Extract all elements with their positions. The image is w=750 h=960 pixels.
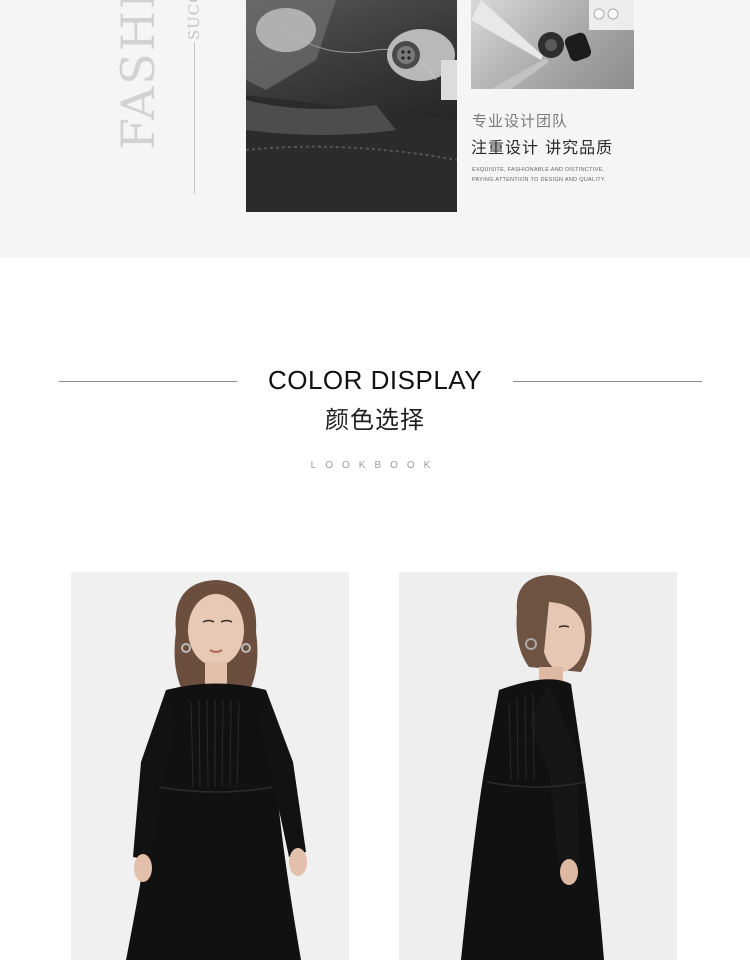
vertical-small-text-box: SUCCESS	[184, 0, 204, 40]
designer-team-banner: FASHION SUCCESS	[0, 0, 750, 258]
model-side-illustration	[461, 575, 604, 960]
vertical-small-text: SUCCESS	[184, 0, 204, 40]
scissors-buttons-photo	[471, 0, 634, 89]
scissors-buttons-illustration	[471, 0, 634, 89]
sewing-hands-illustration	[246, 0, 457, 212]
sewing-hands-photo	[246, 0, 457, 212]
lookbook-tagline: LOOKBOOK	[310, 460, 440, 471]
color-display-title: COLOR DISPLAY	[267, 365, 483, 395]
heading-divider-right	[513, 381, 702, 382]
vertical-divider	[194, 42, 195, 194]
team-slogan: 注重设计 讲究品质	[471, 138, 614, 157]
product-photo-side[interactable]	[399, 572, 677, 960]
vertical-fashion-text-box: FASHION	[112, 0, 164, 150]
heading-divider-left	[59, 381, 237, 382]
color-display-subtitle: 颜色选择	[325, 406, 425, 434]
vertical-fashion-text: FASHION	[112, 0, 164, 150]
model-front-illustration	[126, 580, 307, 960]
product-photo-front[interactable]	[71, 572, 349, 960]
team-subtitle: 专业设计团队	[472, 112, 569, 130]
team-english-description: EXQUISITE, FASHIONABLE AND DISTINCTIVE, …	[472, 167, 606, 183]
